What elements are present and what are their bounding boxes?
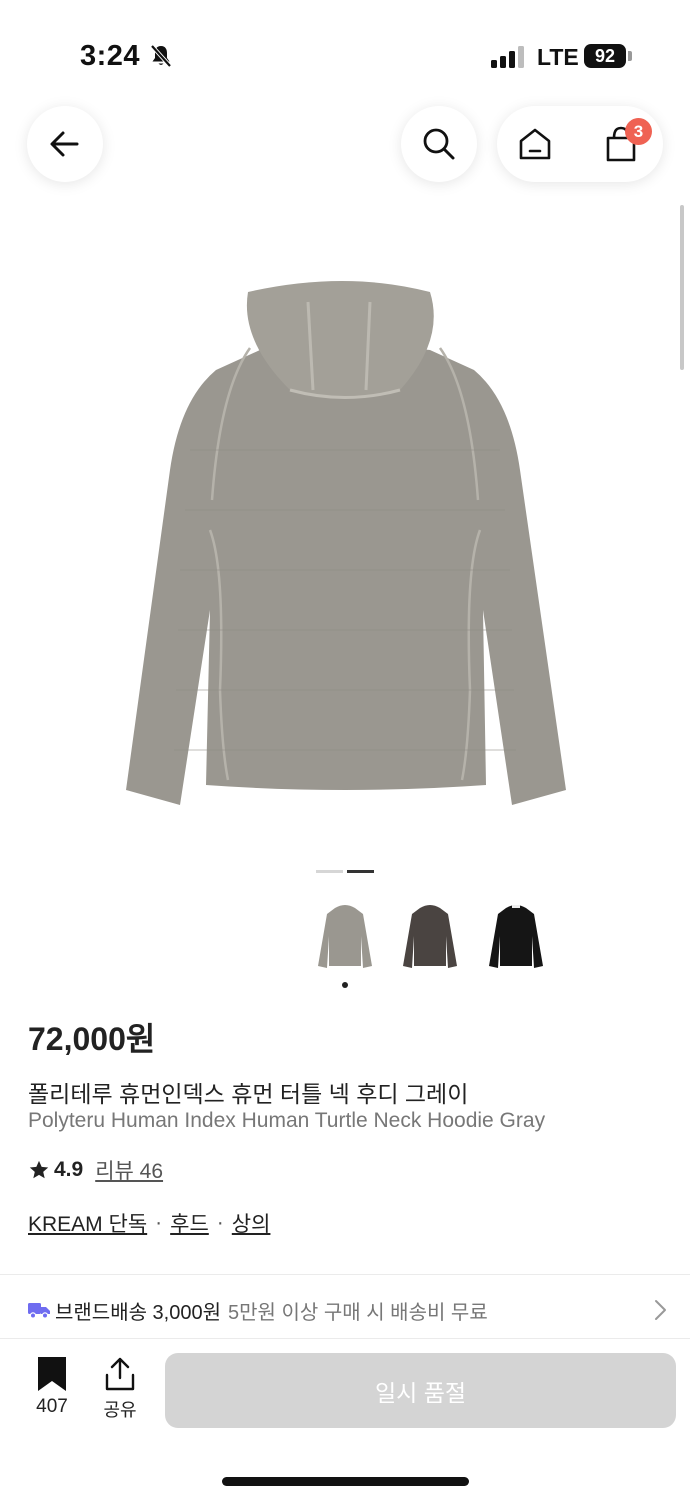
share-label: 공유 <box>103 1400 137 1420</box>
product-title-ko: 폴리테루 휴먼인덱스 휴먼 터틀 넥 후디 그레이 <box>28 1081 469 1107</box>
shipping-fee: 브랜드배송 3,000원 <box>55 1301 222 1324</box>
search-icon <box>423 128 455 160</box>
share-icon <box>105 1357 135 1391</box>
status-time: 3:24 <box>80 40 141 72</box>
chevron-right-icon <box>655 1300 666 1320</box>
battery-icon: 92 <box>584 44 626 68</box>
header-action-group: 3 <box>497 106 663 182</box>
color-thumbnail-black[interactable] <box>486 900 546 972</box>
gallery-page-2-active[interactable] <box>347 870 374 873</box>
arrow-left-icon <box>50 131 79 157</box>
category-link-exclusive[interactable]: KREAM 단독 <box>28 1208 147 1238</box>
category-separator: · <box>216 1211 224 1234</box>
shipping-free-condition: 5만원 이상 구매 시 배송비 무료 <box>228 1301 488 1324</box>
bottom-action-bar: 407 공유 일시 품절 <box>0 1340 690 1500</box>
home-button[interactable] <box>511 120 559 168</box>
cart-count-badge: 3 <box>625 118 652 145</box>
back-button[interactable] <box>27 106 103 182</box>
network-label: LTE <box>537 44 579 70</box>
home-icon <box>519 128 551 160</box>
product-image[interactable] <box>100 270 590 830</box>
sold-out-button[interactable]: 일시 품절 <box>165 1353 676 1428</box>
color-thumbnail-gray[interactable] <box>315 900 375 972</box>
product-price: 72,000원 <box>28 1021 156 1057</box>
product-title-en: Polyteru Human Index Human Turtle Neck H… <box>28 1109 546 1132</box>
color-thumbnail-charcoal[interactable] <box>400 900 460 972</box>
rating-value: 4.9 <box>54 1158 84 1181</box>
star-icon <box>29 1160 49 1179</box>
truck-icon <box>28 1303 50 1319</box>
bell-slash-icon <box>150 44 172 68</box>
share-button[interactable]: 공유 <box>94 1356 146 1422</box>
battery-tip <box>628 51 632 61</box>
category-breadcrumb: KREAM 단독 · 후드 · 상의 <box>28 1208 270 1238</box>
shipping-info-row[interactable]: 브랜드배송 3,000원 5만원 이상 구매 시 배송비 무료 <box>28 1296 668 1324</box>
category-link-top[interactable]: 상의 <box>232 1208 271 1238</box>
search-button[interactable] <box>401 106 477 182</box>
bottom-bar-divider <box>0 1338 690 1339</box>
category-link-hood[interactable]: 후드 <box>170 1208 209 1238</box>
gallery-page-1[interactable] <box>316 870 343 873</box>
bookmark-icon <box>38 1357 66 1391</box>
category-separator: · <box>155 1211 163 1234</box>
bookmark-button[interactable]: 407 <box>26 1356 78 1418</box>
selected-thumbnail-dot <box>342 982 348 988</box>
status-bar: 3:24 LTE 92 <box>0 0 690 100</box>
home-indicator[interactable] <box>222 1477 469 1486</box>
section-divider <box>0 1274 690 1275</box>
bookmark-count: 407 <box>36 1396 68 1417</box>
signal-icon <box>491 46 524 68</box>
review-link[interactable]: 리뷰 46 <box>95 1155 163 1185</box>
scroll-indicator <box>680 205 684 370</box>
rating-row: 4.9 리뷰 46 <box>28 1157 163 1183</box>
